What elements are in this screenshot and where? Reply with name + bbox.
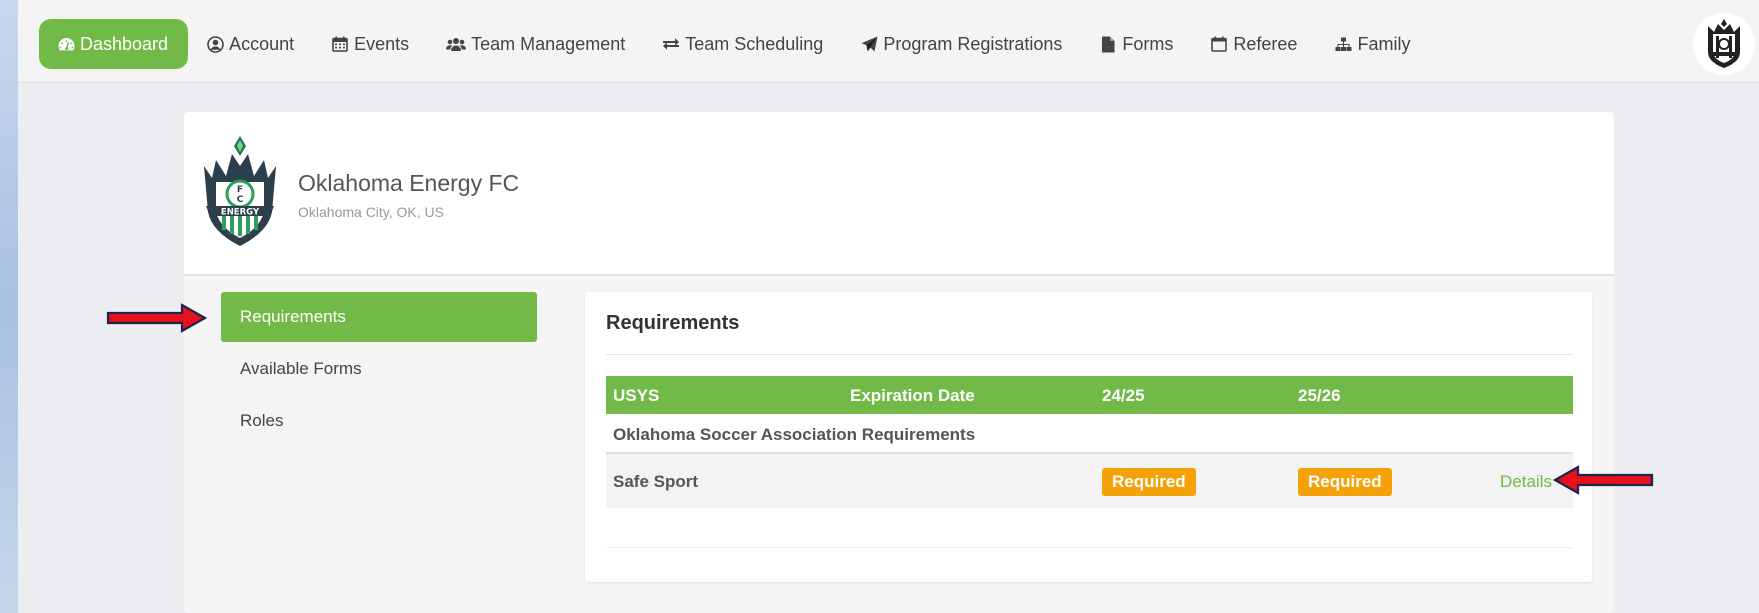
user-circle-icon: [206, 35, 224, 53]
column-header-expiration: Expiration Date: [850, 386, 975, 405]
divider: [606, 547, 1573, 548]
nav-account-label: Account: [229, 33, 295, 54]
nav-family-label: Family: [1357, 33, 1411, 54]
column-header-2425: 24/25: [1102, 386, 1145, 405]
club-header: F C ENERGY Oklahoma Energy FC Oklahoma C…: [184, 112, 1614, 276]
nav-team-management[interactable]: Team Management: [446, 19, 625, 69]
desktop-edge: [0, 0, 18, 613]
sidebar-item-roles[interactable]: Roles: [221, 396, 537, 446]
calendar-outline-icon: [1210, 36, 1228, 52]
club-card: F C ENERGY Oklahoma Energy FC Oklahoma C…: [184, 112, 1614, 613]
table-header: USYS Expiration Date 24/25 25/26: [606, 376, 1573, 414]
club-logo: F C ENERGY: [202, 134, 278, 254]
nav-family[interactable]: Family: [1334, 19, 1410, 69]
club-crest-icon: [1708, 19, 1740, 68]
group-name: Oklahoma Soccer Association Requirements: [613, 425, 976, 444]
status-badge-2425: Required: [1102, 468, 1196, 496]
nav-program-registrations-label: Program Registrations: [883, 33, 1063, 54]
svg-text:ENERGY: ENERGY: [221, 208, 260, 218]
nav-team-scheduling-label: Team Scheduling: [685, 33, 824, 54]
club-name: Oklahoma Energy FC: [298, 170, 520, 196]
nav-account[interactable]: Account: [206, 19, 294, 69]
requirements-panel: Requirements USYS Expiration Date 24/25 …: [585, 292, 1592, 582]
sidebar-item-label: Available Forms: [240, 359, 362, 378]
file-icon: [1099, 36, 1117, 53]
svg-text:F: F: [237, 185, 243, 195]
annotation-arrow-left-icon: [1552, 465, 1654, 495]
svg-text:C: C: [237, 195, 244, 205]
sidebar-item-requirements[interactable]: Requirements: [221, 292, 537, 342]
nav-referee-label: Referee: [1233, 33, 1298, 54]
nav-forms[interactable]: Forms: [1099, 19, 1173, 69]
requirement-name: Safe Sport: [613, 472, 699, 491]
sidebar-item-label: Roles: [240, 411, 284, 430]
nav-dashboard-label: Dashboard: [80, 33, 169, 54]
nav-referee[interactable]: Referee: [1210, 19, 1297, 69]
annotation-arrow-right-icon: [106, 303, 208, 333]
users-icon: [446, 37, 467, 52]
nav-team-scheduling[interactable]: Team Scheduling: [662, 19, 823, 69]
panel-title: Requirements: [606, 312, 740, 334]
requirements-table: USYS Expiration Date 24/25 25/26 Oklahom…: [606, 376, 1573, 508]
nav-events[interactable]: Events: [331, 19, 409, 69]
dashboard-icon: [57, 37, 75, 52]
paper-plane-icon: [860, 36, 878, 53]
sidebar-item-available-forms[interactable]: Available Forms: [221, 344, 537, 394]
sidebar-menu: Requirements Available Forms Roles: [221, 292, 537, 448]
sitemap-icon: [1334, 37, 1352, 52]
app-window: Dashboard Account Events Team Management: [18, 0, 1759, 613]
table-group-row: Oklahoma Soccer Association Requirements: [606, 414, 1573, 454]
table-row: Safe Sport Required Required Details: [606, 454, 1573, 508]
exchange-icon: [662, 37, 680, 51]
nav-forms-label: Forms: [1122, 33, 1174, 54]
nav-menu: Dashboard Account Events Team Management: [39, 19, 1447, 69]
top-navbar: Dashboard Account Events Team Management: [18, 0, 1759, 83]
column-header-2526: 25/26: [1298, 386, 1341, 405]
nav-events-label: Events: [354, 33, 410, 54]
nav-program-registrations[interactable]: Program Registrations: [860, 19, 1062, 69]
nav-dashboard[interactable]: Dashboard: [39, 19, 189, 69]
sidebar-item-label: Requirements: [240, 307, 346, 326]
nav-team-management-label: Team Management: [471, 33, 626, 54]
status-badge-2526: Required: [1298, 468, 1392, 496]
club-location: Oklahoma City, OK, US: [298, 204, 445, 220]
details-link[interactable]: Details: [1500, 472, 1552, 492]
club-avatar[interactable]: [1693, 13, 1755, 75]
column-header-usys: USYS: [613, 386, 660, 405]
divider: [606, 354, 1573, 355]
calendar-icon: [331, 36, 349, 52]
